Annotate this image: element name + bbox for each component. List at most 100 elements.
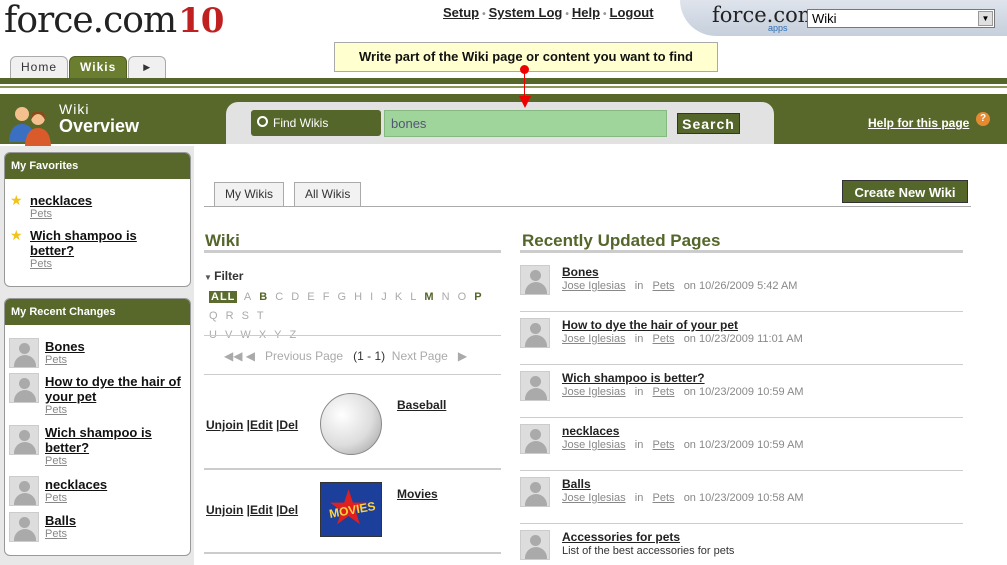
recent-page-title[interactable]: Balls	[562, 477, 591, 491]
wiki-link[interactable]: Pets	[653, 492, 675, 504]
filter-letter[interactable]: C	[275, 291, 284, 303]
user-link[interactable]: Jose Iglesias	[562, 492, 626, 504]
recent-change-title[interactable]: Balls	[45, 513, 185, 528]
wiki-name[interactable]: Baseball	[397, 398, 446, 412]
star-icon: ★	[10, 227, 23, 243]
top-links: Setup • System Log • Help • Logout	[443, 5, 654, 20]
wiki-name[interactable]: Movies	[397, 487, 438, 501]
recent-page-title[interactable]: Wich shampoo is better?	[562, 371, 705, 385]
filter-letter[interactable]: R	[226, 310, 235, 322]
more-tabs-icon[interactable]: ▶	[128, 56, 167, 78]
create-new-wiki-button[interactable]: Create New Wiki	[842, 180, 968, 203]
recent-change-title[interactable]: necklaces	[45, 477, 185, 492]
recent-change-item[interactable]: How to dye the hair of your pet Pets	[45, 374, 185, 416]
recent-change-sub[interactable]: Pets	[45, 404, 185, 416]
tab-wikis[interactable]: Wikis	[69, 56, 128, 78]
page-title: Overview	[59, 116, 140, 136]
recent-page-description: List of the best accessories for pets	[562, 545, 735, 557]
wiki-link[interactable]: Pets	[653, 333, 675, 345]
help-icon[interactable]: ?	[976, 112, 990, 126]
recent-page-title[interactable]: necklaces	[562, 424, 619, 438]
user-link[interactable]: Jose Iglesias	[562, 439, 626, 451]
recent-change-sub[interactable]: Pets	[45, 354, 185, 366]
favorite-sub[interactable]: Pets	[30, 208, 180, 220]
favorite-title[interactable]: necklaces	[30, 193, 180, 208]
filter-letter[interactable]: Q	[209, 310, 219, 322]
recent-page-title[interactable]: Bones	[562, 265, 599, 279]
wiki-link[interactable]: Pets	[653, 386, 675, 398]
delete-link[interactable]: Del	[279, 503, 298, 517]
unjoin-link[interactable]: Unjoin	[206, 503, 243, 517]
filter-letter[interactable]: M	[424, 291, 434, 303]
recent-change-item[interactable]: Wich shampoo is better? Pets	[45, 425, 185, 467]
next-page-link[interactable]: Next Page	[392, 349, 448, 363]
edit-link[interactable]: Edit	[250, 503, 273, 517]
avatar	[520, 477, 550, 507]
help-link[interactable]: Help	[572, 5, 600, 20]
filter-letter[interactable]: E	[307, 291, 315, 303]
wiki-actions: Unjoin |Edit |Del	[206, 503, 299, 517]
recent-change-title[interactable]: Wich shampoo is better?	[45, 425, 185, 455]
recent-page-title[interactable]: How to dye the hair of your pet	[562, 318, 738, 332]
wiki-link[interactable]: Pets	[653, 280, 675, 292]
search-button[interactable]: Search	[677, 113, 740, 134]
filter-letter[interactable]: O	[458, 291, 468, 303]
recent-change-title[interactable]: How to dye the hair of your pet	[45, 374, 185, 404]
setup-link[interactable]: Setup	[443, 5, 479, 20]
movies-image[interactable]: ★ MOVIES	[320, 482, 382, 537]
baseball-image[interactable]	[320, 393, 382, 455]
system-log-link[interactable]: System Log	[489, 5, 563, 20]
recent-page-title[interactable]: Accessories for pets	[562, 530, 680, 544]
next-page-icon[interactable]: ▶	[458, 349, 467, 363]
filter-letter[interactable]: H	[354, 291, 363, 303]
force-logo[interactable]: force.com10	[4, 0, 224, 41]
filter-letter[interactable]: P	[474, 291, 482, 303]
app-selector[interactable]: Wiki ▼	[807, 9, 995, 28]
recent-change-sub[interactable]: Pets	[45, 455, 185, 467]
recent-change-sub[interactable]: Pets	[45, 492, 185, 504]
favorite-title[interactable]: Wich shampoo is better?	[30, 228, 180, 258]
recent-change-item[interactable]: necklaces Pets	[45, 477, 185, 504]
filter-letter[interactable]: F	[323, 291, 331, 303]
wiki-actions: Unjoin |Edit |Del	[206, 418, 299, 432]
favorite-sub[interactable]: Pets	[30, 258, 180, 270]
logout-link[interactable]: Logout	[610, 5, 654, 20]
wiki-link[interactable]: Pets	[653, 439, 675, 451]
wiki-section-underline	[204, 250, 501, 253]
favorite-item[interactable]: Wich shampoo is better? Pets	[30, 228, 180, 270]
filter-letter-all[interactable]: ALL	[209, 291, 238, 303]
user-link[interactable]: Jose Iglesias	[562, 333, 626, 345]
tab-all-wikis[interactable]: All Wikis	[294, 182, 362, 206]
recent-change-sub[interactable]: Pets	[45, 528, 185, 540]
letter-filter: ALL A B C D E F G H I J K L M N O P Q R …	[209, 288, 499, 345]
filter-letter[interactable]: D	[291, 291, 300, 303]
filter-letter[interactable]: J	[381, 291, 388, 303]
filter-letter[interactable]: A	[244, 291, 252, 303]
recent-changes-title: My Recent Changes	[5, 299, 190, 325]
user-link[interactable]: Jose Iglesias	[562, 386, 626, 398]
user-link[interactable]: Jose Iglesias	[562, 280, 626, 292]
filter-letter[interactable]: N	[442, 291, 451, 303]
filter-letter[interactable]: K	[395, 291, 403, 303]
chevron-down-icon[interactable]: ▼	[978, 11, 993, 26]
unjoin-link[interactable]: Unjoin	[206, 418, 243, 432]
previous-page-link[interactable]: Previous Page	[265, 349, 343, 363]
filter-letter[interactable]: G	[338, 291, 348, 303]
delete-link[interactable]: Del	[279, 418, 298, 432]
filter-letter[interactable]: L	[410, 291, 417, 303]
help-for-page-link[interactable]: Help for this page	[868, 116, 969, 130]
recent-change-item[interactable]: Balls Pets	[45, 513, 185, 540]
filter-letter[interactable]: I	[370, 291, 374, 303]
favorite-item[interactable]: necklaces Pets	[30, 193, 180, 220]
first-page-icon[interactable]: ◀◀ ◀	[224, 349, 255, 363]
tab-my-wikis[interactable]: My Wikis	[214, 182, 284, 206]
filter-letter[interactable]: S	[242, 310, 250, 322]
recent-change-item[interactable]: Bones Pets	[45, 339, 185, 366]
edit-link[interactable]: Edit	[250, 418, 273, 432]
search-input[interactable]: bones	[384, 110, 667, 137]
recent-change-title[interactable]: Bones	[45, 339, 185, 354]
tab-home[interactable]: Home	[10, 56, 69, 78]
filter-toggle[interactable]: ▼ Filter	[204, 269, 243, 283]
filter-letter[interactable]: T	[257, 310, 265, 322]
filter-letter[interactable]: B	[259, 291, 268, 303]
